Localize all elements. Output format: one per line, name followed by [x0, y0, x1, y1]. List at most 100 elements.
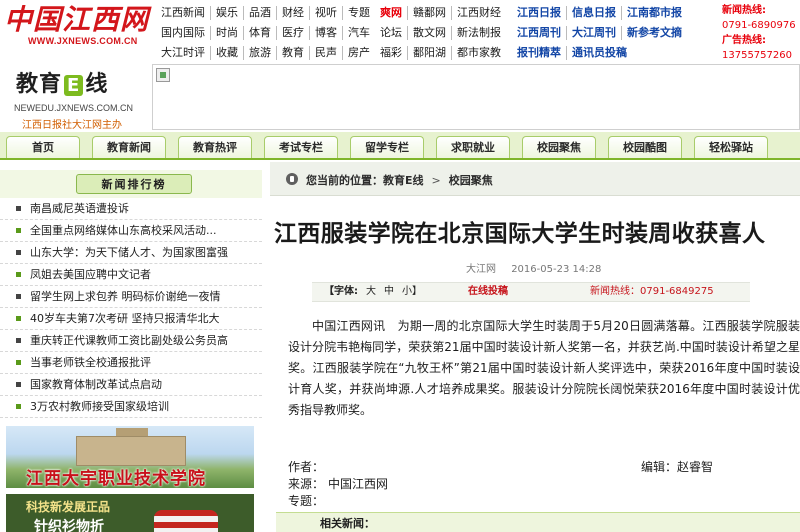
section-tab[interactable]: 教育热评	[178, 136, 252, 158]
breadcrumb-link-section[interactable]: 教育E线	[383, 174, 424, 187]
top-nav-group: 江西周刊 大江周刊 新参考文摘	[506, 26, 687, 40]
article-source: 大江网	[466, 264, 496, 275]
clothing-ad-top: 科技新发展正品	[26, 500, 111, 514]
section-tab[interactable]: 轻松驿站	[694, 136, 768, 158]
bullet-icon	[16, 272, 21, 277]
section-logo-host: 江西日报社大江网主办	[22, 120, 122, 131]
section-tab[interactable]: 求职就业	[436, 136, 510, 158]
top-nav-group: 国内国际 时尚 体育 医疗 博客 汽车	[156, 26, 375, 40]
top-nav-group: 江西日报 信息日报 江南都市报	[506, 6, 687, 20]
top-nav-link[interactable]: 旅游	[243, 46, 276, 60]
top-nav-link[interactable]: 娱乐	[210, 6, 243, 20]
university-ad-name: 江西大宇职业技术学院	[26, 469, 206, 488]
section-logo[interactable]: 教育 E 线 NEWEDU.JXNEWS.COM.CN 江西日报社大江网主办	[0, 56, 150, 131]
top-nav-link[interactable]: 体育	[243, 26, 276, 40]
top-nav-row: 大江时评 收藏 旅游 教育 民声 房产 福彩 鄱阳湖 都市家教 报刊精萃 通讯员投稿	[156, 43, 716, 63]
rank-item[interactable]: 当事老师铁全校通报批评	[0, 352, 262, 374]
banner-ad[interactable]	[152, 64, 800, 130]
article-toolbar: 【字体: 大中小】 在线投稿 新闻热线：0791-6849275	[312, 282, 750, 302]
rank-item[interactable]: 南昌威尼英语遭投诉	[0, 198, 262, 220]
breadcrumb-link-category[interactable]: 校园聚焦	[449, 174, 493, 187]
contribute-link[interactable]: 在线投稿	[468, 283, 508, 301]
top-nav-link[interactable]: 江西新闻	[156, 6, 210, 20]
top-nav-link[interactable]: 大江时评	[156, 46, 210, 60]
top-nav-link[interactable]: 爽网	[375, 6, 407, 20]
top-nav-link[interactable]: 财经	[276, 6, 309, 20]
rank-title: 新闻排行榜	[76, 174, 192, 194]
top-nav-link[interactable]: 汽车	[342, 26, 375, 40]
article-datetime: 2016-05-23 14:28	[511, 264, 602, 275]
rank-item[interactable]: 国家教育体制改革试点启动	[0, 374, 262, 396]
top-nav-link[interactable]: 福彩	[375, 46, 407, 60]
top-nav-link[interactable]: 江西财经	[451, 6, 506, 20]
bullet-icon	[16, 338, 21, 343]
top-nav-link[interactable]: 大江周刊	[566, 26, 621, 40]
font-small-link[interactable]: 小】	[402, 286, 422, 297]
section-tab[interactable]: 考试专栏	[264, 136, 338, 158]
top-nav-link[interactable]: 时尚	[210, 26, 243, 40]
topic-row: 专题：	[288, 493, 800, 510]
top-nav-link[interactable]: 品酒	[243, 6, 276, 20]
rank-item[interactable]: 重庆转正代课教师工资比副处级公务员高	[0, 330, 262, 352]
top-nav-link[interactable]: 信息日报	[566, 6, 621, 20]
bullet-icon	[16, 316, 21, 321]
article-hotline: 新闻热线：0791-6849275	[590, 286, 714, 297]
font-size-label: 【字体:	[324, 286, 358, 297]
rank-item[interactable]: 凤姐去美国应聘中文记者	[0, 264, 262, 286]
author-row: 作者：	[288, 459, 800, 476]
rank-item-label: 全国重点网络媒体山东高校采风活动...	[30, 224, 217, 237]
top-nav-link[interactable]: 国内国际	[156, 26, 210, 40]
top-nav-link[interactable]: 江南都市报	[621, 6, 687, 20]
top-nav-link[interactable]: 通讯员投稿	[566, 46, 632, 60]
top-nav-link[interactable]: 新参考文摘	[621, 26, 687, 40]
section-tab[interactable]: 首页	[6, 136, 80, 158]
ad-building	[76, 436, 186, 466]
top-nav-link[interactable]: 医疗	[276, 26, 309, 40]
rank-item[interactable]: 全国重点网络媒体山东高校采风活动...	[0, 220, 262, 242]
font-large-link[interactable]: 大	[366, 286, 376, 297]
section-tab[interactable]: 留学专栏	[350, 136, 424, 158]
top-nav-link[interactable]: 专题	[342, 6, 375, 20]
top-nav-link[interactable]: 教育	[276, 46, 309, 60]
top-nav-link[interactable]: 江西周刊	[512, 26, 566, 40]
top-nav-row: 江西新闻 娱乐 品酒 财经 视听 专题 爽网 赣鄱网 江西财经 江西日报 信息日报 江南都市报	[156, 3, 716, 23]
top-nav-link[interactable]: 鄱阳湖	[407, 46, 451, 60]
top-nav-link[interactable]: 视听	[309, 6, 342, 20]
shirt-image	[154, 510, 218, 532]
bullet-icon	[16, 250, 21, 255]
site-logo[interactable]: 中国江西网 WWW.JXNEWS.COM.CN	[0, 0, 150, 48]
top-nav-link[interactable]: 散文网	[407, 26, 451, 40]
breadcrumb-text: 您当前的位置：教育E线 > 校园聚焦	[306, 172, 493, 188]
bullet-icon	[16, 382, 21, 387]
bullet-icon	[16, 228, 21, 233]
news-hotline-number: 0791-6890976	[722, 20, 796, 31]
rank-item[interactable]: 40岁车夫第7次考研 坚持只报清华北大	[0, 308, 262, 330]
top-nav-link[interactable]: 房产	[342, 46, 375, 60]
location-icon	[286, 173, 298, 185]
top-nav-link[interactable]: 民声	[309, 46, 342, 60]
clothing-ad[interactable]: 科技新发展正品 针织衫物折	[6, 494, 254, 532]
top-nav-link[interactable]: 江西日报	[512, 6, 566, 20]
top-nav-link[interactable]: 报刊精萃	[512, 46, 566, 60]
font-medium-link[interactable]: 中	[384, 286, 394, 297]
rank-item[interactable]: 3万农村教师接受国家级培训	[0, 396, 262, 418]
top-nav-link[interactable]: 收藏	[210, 46, 243, 60]
university-ad[interactable]: 江西大宇职业技术学院	[6, 426, 254, 488]
rank-list: 南昌威尼英语遭投诉全国重点网络媒体山东高校采风活动... 山东大学：为天下储人才、…	[0, 198, 262, 418]
section-logo-title: 教育 E 线	[16, 66, 108, 98]
top-nav-link[interactable]: 论坛	[375, 26, 407, 40]
top-nav-group: 福彩 鄱阳湖 都市家教	[375, 46, 506, 60]
section-nav: 首页 教育新闻 教育热评 考试专栏 留学专栏 求职就业 校园聚焦 校园酷图 轻松驿站	[0, 132, 800, 160]
rank-item[interactable]: 山东大学：为天下储人才、为国家图富强	[0, 242, 262, 264]
top-nav-link[interactable]: 新法制报	[451, 26, 506, 40]
section-tab[interactable]: 校园酷图	[608, 136, 682, 158]
editor-label: 编辑：	[641, 460, 678, 474]
top-nav-link[interactable]: 博客	[309, 26, 342, 40]
rank-item[interactable]: 留学生网上求包养 明码标价谢绝一夜情	[0, 286, 262, 308]
section-tab[interactable]: 校园聚焦	[522, 136, 596, 158]
top-nav-link[interactable]: 赣鄱网	[407, 6, 451, 20]
top-nav-link[interactable]: 都市家教	[451, 46, 506, 60]
broken-image-icon	[156, 68, 170, 82]
article-body: 中国江西网讯 为期一周的北京国际大学生时装周于5月20日圆满落幕。江西服装学院服…	[288, 319, 800, 417]
section-tab[interactable]: 教育新闻	[92, 136, 166, 158]
